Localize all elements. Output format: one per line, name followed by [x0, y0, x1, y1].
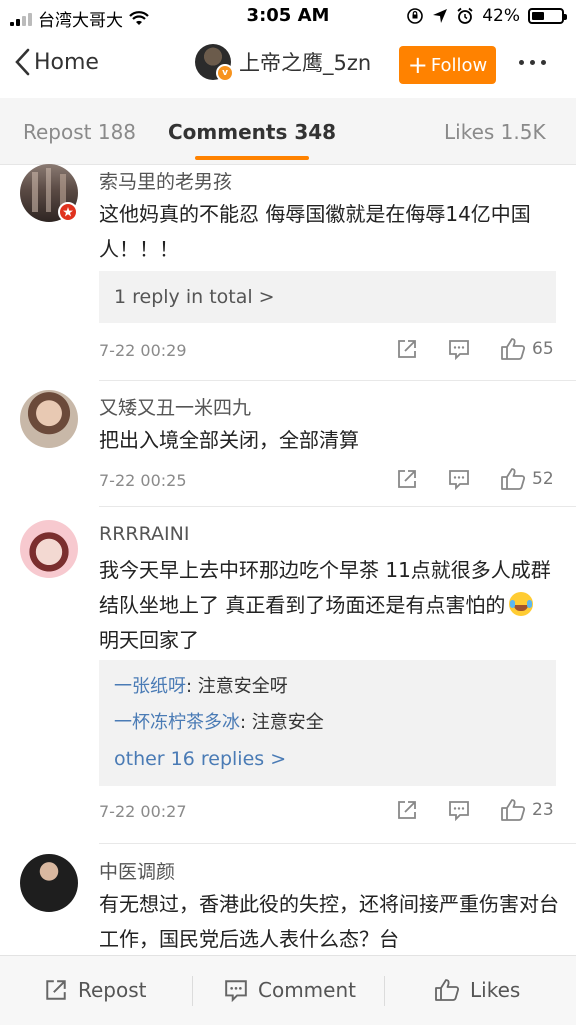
comment-button[interactable]: Comment [224, 978, 356, 1002]
comment-actions: 65 [396, 337, 554, 361]
reply-username[interactable]: 一杯冻柠茶多冰 [114, 712, 240, 733]
bottom-action-bar: Repost Comment Likes [0, 955, 576, 1025]
share-icon[interactable] [396, 338, 418, 360]
follow-label: Follow [430, 54, 488, 76]
flag-badge-icon [58, 202, 78, 222]
comment-icon[interactable] [448, 468, 470, 490]
comment-actions: 52 [396, 467, 554, 491]
comment-divider [99, 506, 576, 507]
comment-username[interactable]: 索马里的老男孩 [99, 167, 232, 194]
like-count: 23 [532, 800, 554, 820]
tab-bar: Repost 188 Comments 348 Likes 1.5K [0, 98, 576, 165]
bottom-bar-separator [384, 976, 385, 1006]
thumbs-up-icon [501, 799, 526, 821]
comment-username[interactable]: RRRRAINI [99, 523, 189, 545]
reply-text: : 注意安全呀 [186, 676, 288, 697]
reply-username[interactable]: 一张纸呀 [114, 676, 186, 697]
chevron-left-icon [15, 48, 30, 76]
comment-time: 7-22 00:29 [99, 341, 187, 360]
comment-time: 7-22 00:27 [99, 802, 187, 821]
comment-icon[interactable] [448, 799, 470, 821]
back-button[interactable]: Home [14, 48, 99, 76]
comment-text: 把出入境全部关闭，全部清算 [99, 428, 359, 452]
laughing-crying-emoji-icon [509, 592, 534, 616]
share-icon[interactable] [396, 468, 418, 490]
repost-label: Repost [78, 978, 147, 1002]
share-icon[interactable] [396, 799, 418, 821]
comment-text: 我今天早上去中环那边吃个早茶 11点就很多人成群结队坐地上了 真正看到了场面还是… [99, 553, 559, 658]
comment-text: 这他妈真的不能忍 侮辱国徽就是在侮辱14亿中国人！！！ [99, 202, 531, 261]
follow-button[interactable]: + Follow [399, 46, 496, 84]
tab-likes[interactable]: Likes 1.5K [444, 120, 546, 144]
avatar[interactable] [20, 854, 78, 912]
location-icon [433, 9, 448, 23]
likes-label: Likes [470, 978, 521, 1002]
profile-name[interactable]: 上帝之鹰_5zn [239, 47, 371, 77]
comment-text: 有无想过，香港此役的失控，还将间接严重伤害对台工作，国民党后选人表什么态？台 [99, 892, 559, 951]
bottom-bar-separator [192, 976, 193, 1006]
active-tab-indicator [195, 156, 309, 160]
comment-username[interactable]: 又矮又丑一米四九 [99, 393, 251, 420]
orientation-lock-icon [407, 8, 424, 24]
comment-username[interactable]: 中医调颜 [99, 857, 175, 884]
nav-bar: Home v 上帝之鹰_5zn + Follow [0, 34, 576, 98]
reply-count-link[interactable]: 1 reply in total > [99, 271, 556, 323]
tab-repost[interactable]: Repost 188 [23, 120, 136, 144]
comment-text-tail: 明天回家了 [99, 628, 199, 652]
reply-item[interactable]: 一张纸呀: 注意安全呀 [99, 672, 556, 702]
comment-time: 7-22 00:25 [99, 471, 187, 490]
battery-icon [528, 8, 567, 24]
comment-icon [225, 980, 247, 1002]
thumbs-up-icon [501, 468, 526, 490]
repost-icon [46, 980, 66, 1000]
reply-text: : 注意安全 [240, 712, 324, 733]
like-count: 65 [532, 339, 554, 359]
thumbs-up-icon [501, 338, 526, 360]
battery-percent: 42% [482, 6, 520, 26]
like-button[interactable]: 23 [500, 798, 554, 822]
reply-item[interactable]: 一杯冻柠茶多冰: 注意安全 [99, 708, 556, 738]
thumbs-up-icon [435, 979, 460, 1001]
verified-badge-icon: v [216, 64, 234, 82]
like-count: 52 [532, 469, 554, 489]
tab-comments[interactable]: Comments 348 [168, 120, 336, 144]
comment-divider [99, 380, 576, 381]
comment-list[interactable]: 索马里的老男孩 这他妈真的不能忍 侮辱国徽就是在侮辱14亿中国人！！！ 1 re… [0, 164, 576, 954]
like-button[interactable]: 52 [500, 467, 554, 491]
comment-actions: 23 [396, 798, 554, 822]
avatar[interactable] [20, 390, 78, 448]
more-options-icon[interactable] [519, 60, 546, 65]
avatar[interactable] [20, 520, 78, 578]
reply-preview-box[interactable]: 一张纸呀: 注意安全呀 一杯冻柠茶多冰: 注意安全 other 16 repli… [99, 660, 556, 786]
status-bar: 台湾大哥大 3:05 AM 42% [0, 0, 576, 34]
back-label: Home [34, 49, 99, 75]
profile-header[interactable]: v 上帝之鹰_5zn [195, 44, 371, 82]
repost-button[interactable]: Repost [44, 978, 147, 1002]
likes-button[interactable]: Likes [434, 978, 520, 1002]
comment-icon[interactable] [448, 338, 470, 360]
reply-summary-box[interactable]: 1 reply in total > [99, 271, 556, 323]
alarm-icon [457, 7, 473, 24]
comment-label: Comment [258, 978, 356, 1002]
comment-text-main: 我今天早上去中环那边吃个早茶 11点就很多人成群结队坐地上了 真正看到了场面还是… [99, 558, 551, 617]
comment-divider [99, 843, 576, 844]
plus-icon: + [407, 51, 428, 79]
more-replies-link[interactable]: other 16 replies > [99, 744, 556, 774]
like-button[interactable]: 65 [500, 337, 554, 361]
avatar[interactable]: v [195, 44, 234, 82]
